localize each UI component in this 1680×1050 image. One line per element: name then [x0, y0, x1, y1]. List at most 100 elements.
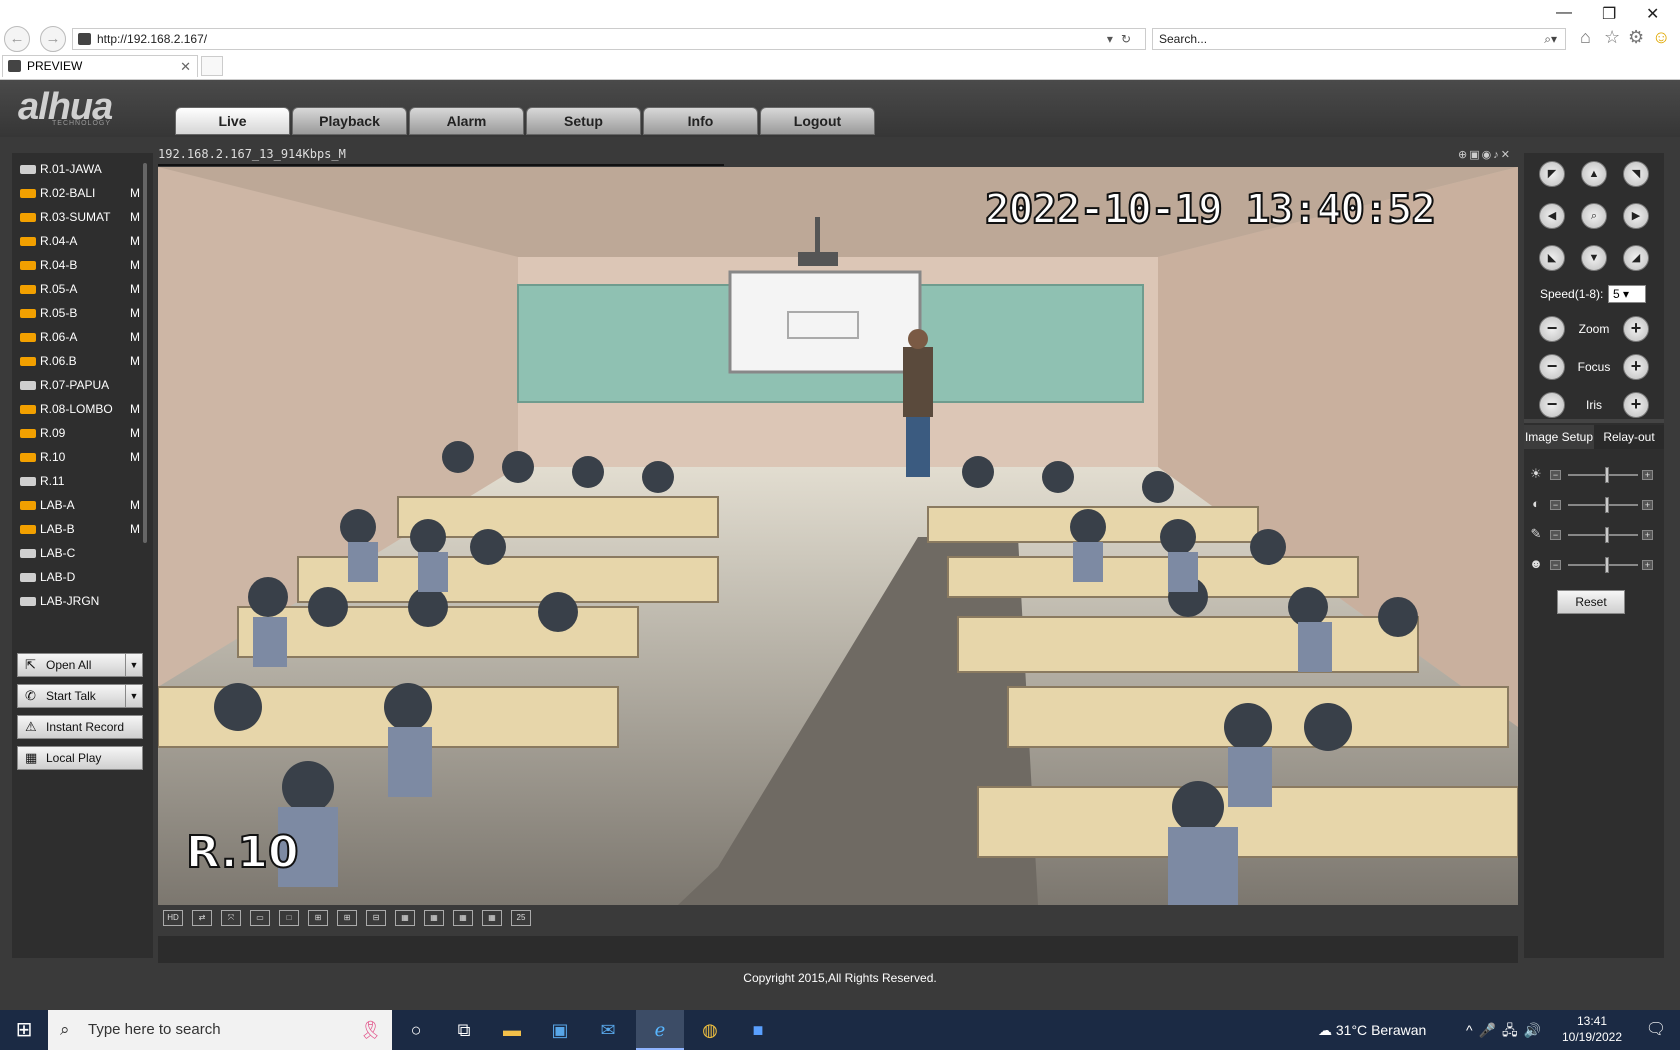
slider-handle[interactable]: [1604, 467, 1609, 483]
zoom-in-button[interactable]: +: [1623, 316, 1649, 342]
ptz-down-left-button[interactable]: ◣: [1539, 245, 1565, 271]
layout-6-icon[interactable]: ⊞: [337, 910, 357, 926]
speed-select[interactable]: 5 ▾: [1608, 285, 1646, 303]
start-talk-dropdown-icon[interactable]: ▼: [125, 685, 142, 707]
internet-explorer-icon[interactable]: ℯ: [636, 1010, 684, 1050]
device-item[interactable]: R.04-B M: [20, 255, 140, 275]
ptz-left-button[interactable]: ◀: [1539, 203, 1565, 229]
device-item[interactable]: R.05-B M: [20, 303, 140, 323]
browser-search-box[interactable]: Search... ⌕▾: [1152, 28, 1566, 50]
ptz-up-left-button[interactable]: ◤: [1539, 161, 1565, 187]
tab-relay-out[interactable]: Relay-out: [1594, 425, 1664, 449]
ptz-3d-position-button[interactable]: ⌕: [1581, 203, 1607, 229]
device-item[interactable]: R.11: [20, 471, 140, 491]
device-item[interactable]: R.06-A M: [20, 327, 140, 347]
iris-open-button[interactable]: +: [1623, 392, 1649, 418]
device-list[interactable]: R.01-JAWA R.02-BALI M R.03-SUMAT M R.04-A M R.0…: [16, 157, 149, 627]
camera-feed[interactable]: 2022-10-19 13:40:52 R.10: [158, 167, 1518, 905]
device-list-scrollbar[interactable]: [143, 163, 147, 543]
settings-gear-icon[interactable]: ⚙: [1628, 27, 1644, 48]
layout-8-icon[interactable]: ⊟: [366, 910, 386, 926]
notifications-icon[interactable]: 🗨: [1636, 1010, 1676, 1050]
system-tray[interactable]: ^🎤🖧🔊: [1466, 1010, 1547, 1050]
device-item[interactable]: R.06.B M: [20, 351, 140, 371]
zoom-out-button[interactable]: −: [1539, 316, 1565, 342]
restore-button[interactable]: ❐: [1602, 4, 1616, 24]
device-item[interactable]: R.07-PAPUA: [20, 375, 140, 395]
zoom-app-icon[interactable]: ■: [734, 1010, 782, 1050]
device-item[interactable]: LAB-A M: [20, 495, 140, 515]
slider-handle[interactable]: [1604, 497, 1609, 513]
back-button[interactable]: ←: [4, 26, 30, 52]
search-icon[interactable]: ⌕▾: [1544, 29, 1557, 49]
layout-13-icon[interactable]: ▦: [424, 910, 444, 926]
open-all-button[interactable]: ⇱ Open All ▼: [17, 653, 143, 677]
device-item[interactable]: LAB-C: [20, 543, 140, 563]
slider-decrease-button[interactable]: −: [1550, 530, 1561, 540]
slider-track[interactable]: [1568, 504, 1638, 506]
slider-handle[interactable]: [1604, 527, 1609, 543]
forward-button[interactable]: →: [40, 26, 66, 52]
slider-track[interactable]: [1568, 534, 1638, 536]
slider-increase-button[interactable]: +: [1642, 500, 1653, 510]
slider-increase-button[interactable]: +: [1642, 560, 1653, 570]
ptz-up-button[interactable]: ▲: [1581, 161, 1607, 187]
taskbar-search-box[interactable]: ⌕ Type here to search 🎗: [48, 1010, 392, 1050]
slider-decrease-button[interactable]: −: [1550, 500, 1561, 510]
slider-decrease-button[interactable]: −: [1550, 560, 1561, 570]
nav-live[interactable]: Live: [175, 107, 290, 135]
layout-4-icon[interactable]: ⊞: [308, 910, 328, 926]
chrome-icon[interactable]: ◍: [686, 1010, 734, 1050]
device-item[interactable]: LAB-JRGN: [20, 591, 140, 611]
video-window-tools[interactable]: ⊕▣◉♪✕: [1458, 148, 1512, 161]
device-item[interactable]: R.05-A M: [20, 279, 140, 299]
layout-9-icon[interactable]: ▦: [395, 910, 415, 926]
device-item[interactable]: LAB-D: [20, 567, 140, 587]
weather-widget[interactable]: ☁ 31°C Berawan: [1318, 1010, 1426, 1050]
volume-icon[interactable]: 🔊: [1524, 1022, 1547, 1038]
minimize-button[interactable]: —: [1556, 4, 1572, 22]
hd-toggle-icon[interactable]: HD: [163, 910, 183, 926]
mail-icon[interactable]: ✉: [584, 1010, 632, 1050]
device-item[interactable]: R.08-LOMBO M: [20, 399, 140, 419]
snapshot-icon[interactable]: ▣: [1469, 149, 1481, 161]
network-icon[interactable]: 🖧: [1502, 1022, 1524, 1038]
open-all-dropdown-icon[interactable]: ▼: [125, 654, 142, 676]
close-video-icon[interactable]: ✕: [1501, 149, 1512, 161]
reset-button[interactable]: Reset: [1557, 590, 1625, 614]
address-bar[interactable]: http://192.168.2.167/ ▾↻: [72, 28, 1146, 50]
taskbar-clock[interactable]: 13:41 10/19/2022: [1552, 1013, 1632, 1045]
device-item[interactable]: R.01-JAWA: [20, 159, 140, 179]
ptz-down-button[interactable]: ▼: [1581, 245, 1607, 271]
slider-track[interactable]: [1568, 564, 1638, 566]
device-item[interactable]: LAB-B M: [20, 519, 140, 539]
device-item[interactable]: R.02-BALI M: [20, 183, 140, 203]
layout-16-icon[interactable]: ▦: [453, 910, 473, 926]
layout-1-icon[interactable]: □: [279, 910, 299, 926]
feedback-smiley-icon[interactable]: ☺: [1652, 27, 1670, 48]
nav-alarm[interactable]: Alarm: [409, 107, 524, 135]
device-item[interactable]: R.03-SUMAT M: [20, 207, 140, 227]
ptz-up-right-button[interactable]: ◥: [1623, 161, 1649, 187]
nav-playback[interactable]: Playback: [292, 107, 407, 135]
slider-increase-button[interactable]: +: [1642, 470, 1653, 480]
tab-close-icon[interactable]: ✕: [180, 56, 191, 77]
store-icon[interactable]: ▣: [536, 1010, 584, 1050]
focus-near-button[interactable]: −: [1539, 354, 1565, 380]
address-tools[interactable]: ▾↻: [1107, 29, 1139, 49]
layout-20-icon[interactable]: ▦: [482, 910, 502, 926]
new-tab-button[interactable]: [201, 56, 223, 76]
task-view-icon[interactable]: ⧉: [440, 1010, 488, 1050]
file-explorer-icon[interactable]: ▬: [488, 1010, 536, 1050]
iris-close-button[interactable]: −: [1539, 392, 1565, 418]
cortana-icon[interactable]: ○: [392, 1010, 440, 1050]
start-talk-button[interactable]: ✆ Start Talk ▼: [17, 684, 143, 708]
tab-image-setup[interactable]: Image Setup: [1524, 425, 1594, 449]
microphone-icon[interactable]: 🎤: [1479, 1022, 1502, 1038]
nav-info[interactable]: Info: [643, 107, 758, 135]
fullscreen-icon[interactable]: ⤧: [221, 910, 241, 926]
aspect-ratio-icon[interactable]: ▭: [250, 910, 270, 926]
nav-setup[interactable]: Setup: [526, 107, 641, 135]
favorites-star-icon[interactable]: ☆: [1604, 27, 1620, 48]
ptz-right-button[interactable]: ▶: [1623, 203, 1649, 229]
